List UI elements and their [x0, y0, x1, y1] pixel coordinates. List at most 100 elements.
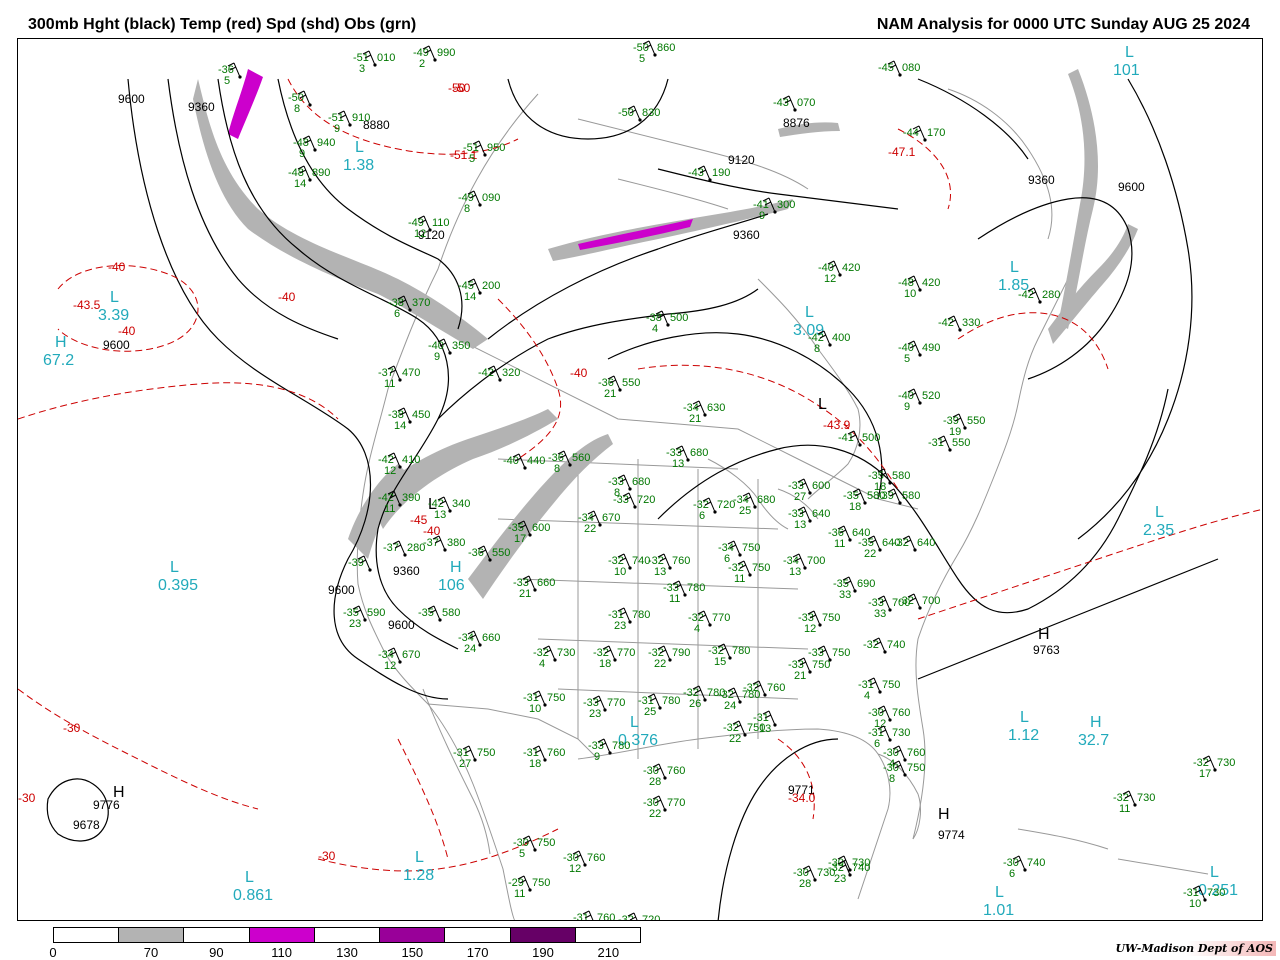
obs-height: 730 — [817, 867, 835, 879]
height-contour-label: 9678 — [73, 818, 100, 832]
contour-9600-south — [717, 738, 839, 920]
station-obs: -33 64013 — [788, 506, 830, 531]
station-obs: -35 59023 — [343, 605, 385, 630]
speed-extremum-letter: L — [245, 869, 254, 886]
temperature-contour-label: -30 — [63, 721, 81, 735]
temperature-contour-label: -34.0 — [788, 791, 816, 805]
obs-height: 390 — [402, 492, 420, 504]
station-obs: -33 7809 — [588, 738, 630, 763]
obs-dewpoint-spread: 23 — [349, 618, 361, 630]
obs-height: 780 — [632, 609, 650, 621]
obs-height: 330 — [962, 317, 980, 329]
obs-height: 580 — [902, 490, 920, 502]
obs-dewpoint-spread: 8 — [464, 203, 470, 215]
colorbar-segment — [575, 928, 640, 942]
baja-california — [422, 688, 491, 855]
obs-height: 770 — [667, 797, 685, 809]
height-contour-label: 9600 — [103, 338, 130, 352]
obs-temperature: -50 — [618, 107, 634, 119]
speed-extremum-value: 2.35 — [1143, 522, 1174, 539]
speed-extremum-letter: H — [1090, 714, 1102, 731]
speed-extremum-value: 101 — [1113, 62, 1140, 79]
height-contour-label: 9763 — [1033, 643, 1060, 657]
obs-dewpoint-spread: 11 — [834, 538, 845, 550]
obs-dewpoint-spread: 10 — [904, 288, 916, 300]
obs-dewpoint-spread: 13 — [654, 566, 666, 578]
speed-extremum-letter: L — [1010, 259, 1019, 276]
temperature-contour-label: -50 — [448, 81, 466, 95]
obs-height: 010 — [377, 52, 395, 64]
obs-temperature: -41 — [838, 432, 854, 444]
obs-height: 730 — [1207, 887, 1225, 899]
station-obs: -33 77023 — [583, 695, 625, 720]
colorbar-segment — [314, 928, 381, 942]
height-contour-label: 8876 — [783, 116, 810, 130]
obs-dewpoint-spread: 22 — [729, 733, 741, 745]
obs-height: 760 — [597, 912, 615, 921]
station-obs: -30 7406 — [1003, 855, 1045, 880]
obs-height: 750 — [537, 837, 555, 849]
station-obs: -43 070 — [773, 95, 815, 112]
obs-dewpoint-spread: 21 — [689, 413, 701, 425]
contour-9360-west — [217, 78, 459, 650]
station-obs: -37 380 — [423, 535, 465, 552]
obs-dewpoint-spread: 12 — [384, 465, 396, 477]
obs-dewpoint-spread: 9 — [759, 210, 765, 222]
obs-dewpoint-spread: 12 — [804, 623, 816, 635]
station-obs: -32 7304 — [533, 645, 575, 670]
arctic-islands — [577, 118, 809, 210]
speed-extremum-value: 0.861 — [233, 887, 273, 904]
obs-height: 750 — [532, 877, 550, 889]
obs-height: 490 — [922, 342, 940, 354]
obs-dewpoint-spread: 17 — [514, 533, 526, 545]
height-contour-label: 9600 — [118, 92, 145, 106]
obs-height: 090 — [482, 192, 500, 204]
station-obs: -30 7505 — [513, 835, 555, 860]
obs-dewpoint-spread: 33 — [839, 589, 851, 601]
colorbar-tick-label: 0 — [49, 945, 57, 960]
obs-height: 990 — [437, 47, 455, 59]
station-obs: -35 580 — [418, 605, 460, 622]
obs-height: 580 — [442, 607, 460, 619]
obs-temperature: -42 — [478, 367, 494, 379]
station-obs: -34 66024 — [458, 630, 500, 655]
station-obs: -32 73017 — [1193, 755, 1235, 780]
colorbar-segment — [184, 928, 250, 942]
obs-dewpoint-spread: 8 — [814, 343, 820, 355]
obs-dewpoint-spread: 4 — [694, 623, 700, 635]
obs-dewpoint-spread: 8 — [554, 463, 560, 475]
station-obs: -508 — [288, 90, 312, 115]
obs-height: 350 — [452, 340, 470, 352]
obs-height: 400 — [832, 332, 850, 344]
obs-dewpoint-spread: 10 — [529, 703, 541, 715]
colorbar-segment — [510, 928, 576, 942]
station-obs: -31 550 — [928, 435, 970, 452]
obs-dewpoint-spread: 9 — [334, 123, 340, 135]
height-contours — [46, 78, 1219, 920]
station-obs: -31 75027 — [453, 745, 495, 770]
weather-map[interactable]: 9600936091208880912093609360 960096009360… — [18, 39, 1263, 921]
obs-dewpoint-spread: 28 — [649, 776, 661, 788]
map-panel[interactable]: 9600 9360 9120 8880 9120 9360 9360 9600 9600 9360… — [17, 38, 1263, 921]
station-obs: -32 78015 — [708, 643, 750, 668]
station-obs: -42 34013 — [428, 496, 470, 521]
obs-dewpoint-spread: 8 — [889, 773, 895, 785]
station-obs: -37 47011 — [378, 365, 420, 390]
obs-height: 940 — [317, 137, 335, 149]
obs-height: 760 — [767, 682, 785, 694]
station-obs: -49 9902 — [413, 45, 455, 70]
obs-dewpoint-spread: 5 — [469, 153, 475, 165]
contour-9600-east-2 — [917, 558, 1219, 680]
station-obs: -29 75011 — [508, 875, 550, 900]
obs-height: 420 — [842, 262, 860, 274]
obs-dewpoint-spread: 21 — [604, 388, 616, 400]
obs-dewpoint-spread: 4 — [539, 658, 545, 670]
speed-extremum-value: 1.28 — [403, 867, 434, 884]
speed-extremum-letter: L — [355, 139, 364, 156]
obs-height: 720 — [637, 494, 655, 506]
obs-height: 730 — [1137, 792, 1155, 804]
obs-height: 750 — [477, 747, 495, 759]
height-extremum-marker: H — [113, 784, 125, 801]
height-contour-label: 9600 — [388, 618, 415, 632]
jet-max-west — [348, 464, 408, 559]
